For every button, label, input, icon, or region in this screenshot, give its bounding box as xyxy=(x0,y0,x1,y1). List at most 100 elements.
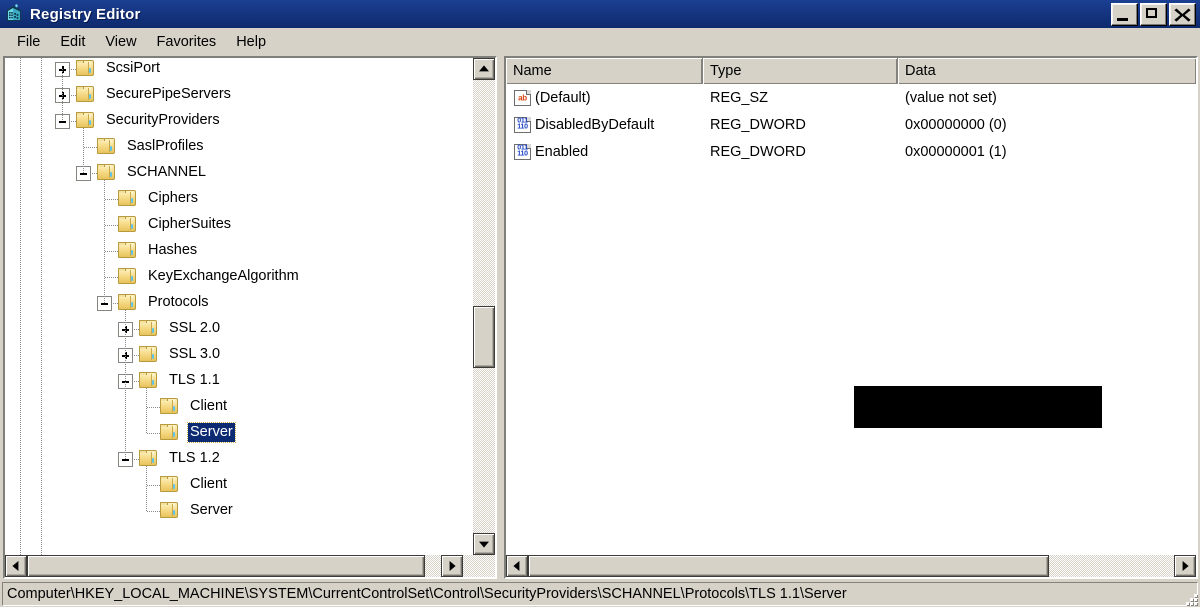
arrow-left-icon xyxy=(513,561,520,571)
tree-connector xyxy=(147,511,160,512)
registry-editor-window: Registry Editor File Edit View Favorites… xyxy=(0,0,1200,607)
tree-scroll-down-button[interactable] xyxy=(473,533,495,555)
list-rows: ab (Default) REG_SZ (value not set) 011 110 Di… xyxy=(506,84,1196,555)
status-bar: Computer\HKEY_LOCAL_MACHINE\SYSTEM\Curre… xyxy=(0,581,1200,607)
column-header-name[interactable]: Name xyxy=(506,58,703,84)
folder-icon xyxy=(118,268,138,285)
cell-type: REG_DWORD xyxy=(710,116,806,133)
tree-scroll-up-button[interactable] xyxy=(473,58,495,80)
tree-item-label: Server xyxy=(187,422,236,443)
maximize-button[interactable] xyxy=(1140,3,1167,26)
tree-guide-line xyxy=(146,466,147,511)
tree-connector xyxy=(84,147,97,148)
tree-guide-line xyxy=(104,180,105,303)
tree-guide-line xyxy=(41,58,42,555)
tree-item-label: SCHANNEL xyxy=(127,164,206,180)
folder-icon xyxy=(160,502,180,519)
list-scroll-right-button[interactable] xyxy=(1174,555,1196,577)
menu-file[interactable]: File xyxy=(7,31,50,53)
folder-icon xyxy=(76,60,96,77)
list-horizontal-scrollbar[interactable] xyxy=(506,555,1196,577)
tree-connector xyxy=(147,433,160,434)
tree-item-label: TLS 1.2 xyxy=(169,450,220,466)
menu-help[interactable]: Help xyxy=(226,31,276,53)
tree-hscroll-thumb[interactable] xyxy=(27,555,425,577)
folder-icon xyxy=(97,138,117,155)
table-row[interactable]: ab (Default) REG_SZ (value not set) xyxy=(506,84,1196,111)
folder-icon xyxy=(139,372,159,389)
tree-connector xyxy=(147,407,160,408)
menu-view[interactable]: View xyxy=(95,31,146,53)
tree-connector xyxy=(105,225,118,226)
maximize-icon xyxy=(1146,8,1157,18)
tree-item-label: KeyExchangeAlgorithm xyxy=(148,268,299,284)
tree-scroll-thumb[interactable] xyxy=(473,306,495,368)
close-button[interactable] xyxy=(1169,3,1196,26)
tree-scroll-left-button[interactable] xyxy=(5,555,27,577)
registry-values-pane: Name Type Data ab (Default) REG_SZ (value n… xyxy=(504,56,1198,579)
menu-edit[interactable]: Edit xyxy=(50,31,95,53)
table-row[interactable]: 011 110 DisabledByDefault REG_DWORD 0x000000… xyxy=(506,111,1196,138)
cell-type: REG_DWORD xyxy=(710,143,806,160)
arrow-right-icon xyxy=(1182,561,1189,571)
tree-connector xyxy=(105,199,118,200)
minimize-button[interactable] xyxy=(1111,3,1138,26)
registry-tree[interactable]: ScsiPort SecurePipeServers SecurityProvide… xyxy=(5,58,495,555)
tree-guide-line xyxy=(20,58,21,555)
tree-item-label: Protocols xyxy=(148,294,209,310)
tree-canvas: ScsiPort SecurePipeServers SecurityProvide… xyxy=(5,58,495,555)
toggle-bar xyxy=(80,173,87,175)
arrow-up-icon xyxy=(479,65,489,72)
cell-data: 0x00000001 (1) xyxy=(905,143,1007,160)
content-area: ScsiPort SecurePipeServers SecurityProvide… xyxy=(0,56,1200,579)
tree-item-label: SaslProfiles xyxy=(127,138,204,154)
tree-item-label: Server xyxy=(190,502,233,518)
folder-icon xyxy=(139,320,159,337)
cell-type: REG_SZ xyxy=(710,89,769,106)
tree-connector xyxy=(147,485,160,486)
tree-horizontal-scrollbar[interactable] xyxy=(5,555,495,577)
tree-item-label: SSL 3.0 xyxy=(169,346,221,362)
column-header-data[interactable]: Data xyxy=(898,58,1196,84)
tree-item-label: SSL 2.0 xyxy=(169,320,221,336)
folder-icon xyxy=(118,190,138,207)
window-controls xyxy=(1111,3,1196,26)
folder-icon xyxy=(139,346,159,363)
tree-guide-line xyxy=(125,310,126,459)
tree-scroll-right-button[interactable] xyxy=(441,555,463,577)
registry-values-list[interactable]: Name Type Data ab (Default) REG_SZ (value n… xyxy=(506,58,1196,555)
tree-item-label: Client xyxy=(190,476,228,492)
folder-icon xyxy=(118,216,138,233)
column-header-type[interactable]: Type xyxy=(703,58,898,84)
minimize-icon xyxy=(1117,18,1128,21)
tree-connector xyxy=(105,277,118,278)
dword-value-icon: 011 110 xyxy=(514,116,531,133)
value-name: Enabled xyxy=(535,143,589,160)
arrow-right-icon xyxy=(449,561,456,571)
title-bar: Registry Editor xyxy=(0,0,1200,28)
list-hscroll-thumb[interactable] xyxy=(528,555,1049,577)
tree-item-label: SecurePipeServers xyxy=(106,86,231,102)
folder-icon xyxy=(76,112,96,129)
tree-vertical-scrollbar[interactable] xyxy=(473,58,495,555)
registry-tree-pane: ScsiPort SecurePipeServers SecurityProvide… xyxy=(3,56,497,579)
tree-guide-line xyxy=(62,69,63,121)
resize-grip[interactable] xyxy=(1183,591,1197,605)
table-row[interactable]: 011 110 Enabled REG_DWORD 0x00000001 (1) xyxy=(506,138,1196,165)
folder-icon xyxy=(97,164,117,181)
list-scroll-left-button[interactable] xyxy=(506,555,528,577)
regedit-icon xyxy=(4,4,24,24)
tree-item-label: TLS 1.1 xyxy=(169,372,220,388)
folder-icon xyxy=(118,242,138,259)
value-name: DisabledByDefault xyxy=(535,116,655,133)
tree-connector xyxy=(105,251,118,252)
list-header: Name Type Data xyxy=(506,58,1196,85)
folder-icon xyxy=(160,424,180,441)
dword-value-icon: 011 110 xyxy=(514,143,531,160)
menu-favorites[interactable]: Favorites xyxy=(147,31,227,53)
window-title: Registry Editor xyxy=(30,5,141,23)
tree-guide-line xyxy=(146,388,147,433)
toggle-bar xyxy=(122,459,129,461)
tree-item-label: ScsiPort xyxy=(106,60,160,76)
arrow-down-icon xyxy=(479,541,489,548)
